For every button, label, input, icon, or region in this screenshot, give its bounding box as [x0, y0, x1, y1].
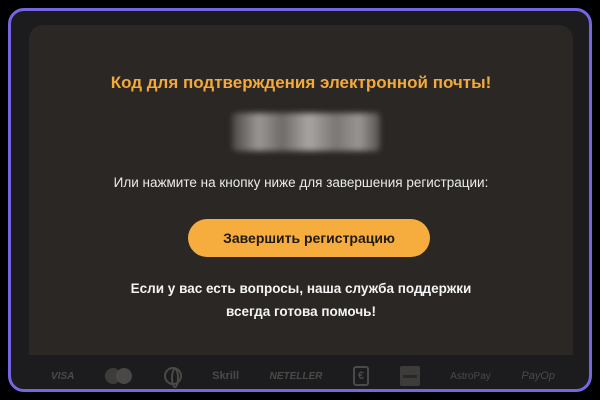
complete-registration-button[interactable]: Завершить регистрацию [188, 219, 430, 257]
instruction-text: Или нажмите на кнопку ниже для завершени… [113, 175, 489, 190]
astropay-logo: AstroPay [450, 370, 491, 382]
email-card: Код для подтверждения электронной почты!… [29, 25, 573, 355]
neteller-logo: NETELLER [269, 370, 323, 382]
skrill-logo: Skrill [212, 370, 240, 382]
webmoney-logo [163, 365, 182, 388]
payop-logo: PayOp [521, 370, 555, 382]
payment-logos: VISA Skrill NETELLER € AstroPay PayOp [51, 365, 555, 388]
support-line-1: Если у вас есть вопросы, наша служба под… [130, 281, 472, 296]
support-message: Если у вас есть вопросы, наша служба под… [29, 277, 573, 323]
visa-logo: VISA [51, 370, 75, 382]
bank-card-logo [399, 365, 420, 387]
mastercard-logo [104, 365, 133, 387]
ecash-icon: € [353, 366, 369, 386]
email-title: Код для подтверждения электронной почты! [110, 73, 492, 92]
verification-code-blurred [232, 113, 380, 151]
bank-card-icon [399, 366, 420, 386]
email-window: Код для подтверждения электронной почты!… [8, 8, 592, 392]
ecash-logo: € [353, 365, 369, 387]
support-line-2: всегда готова помочь! [226, 304, 376, 319]
